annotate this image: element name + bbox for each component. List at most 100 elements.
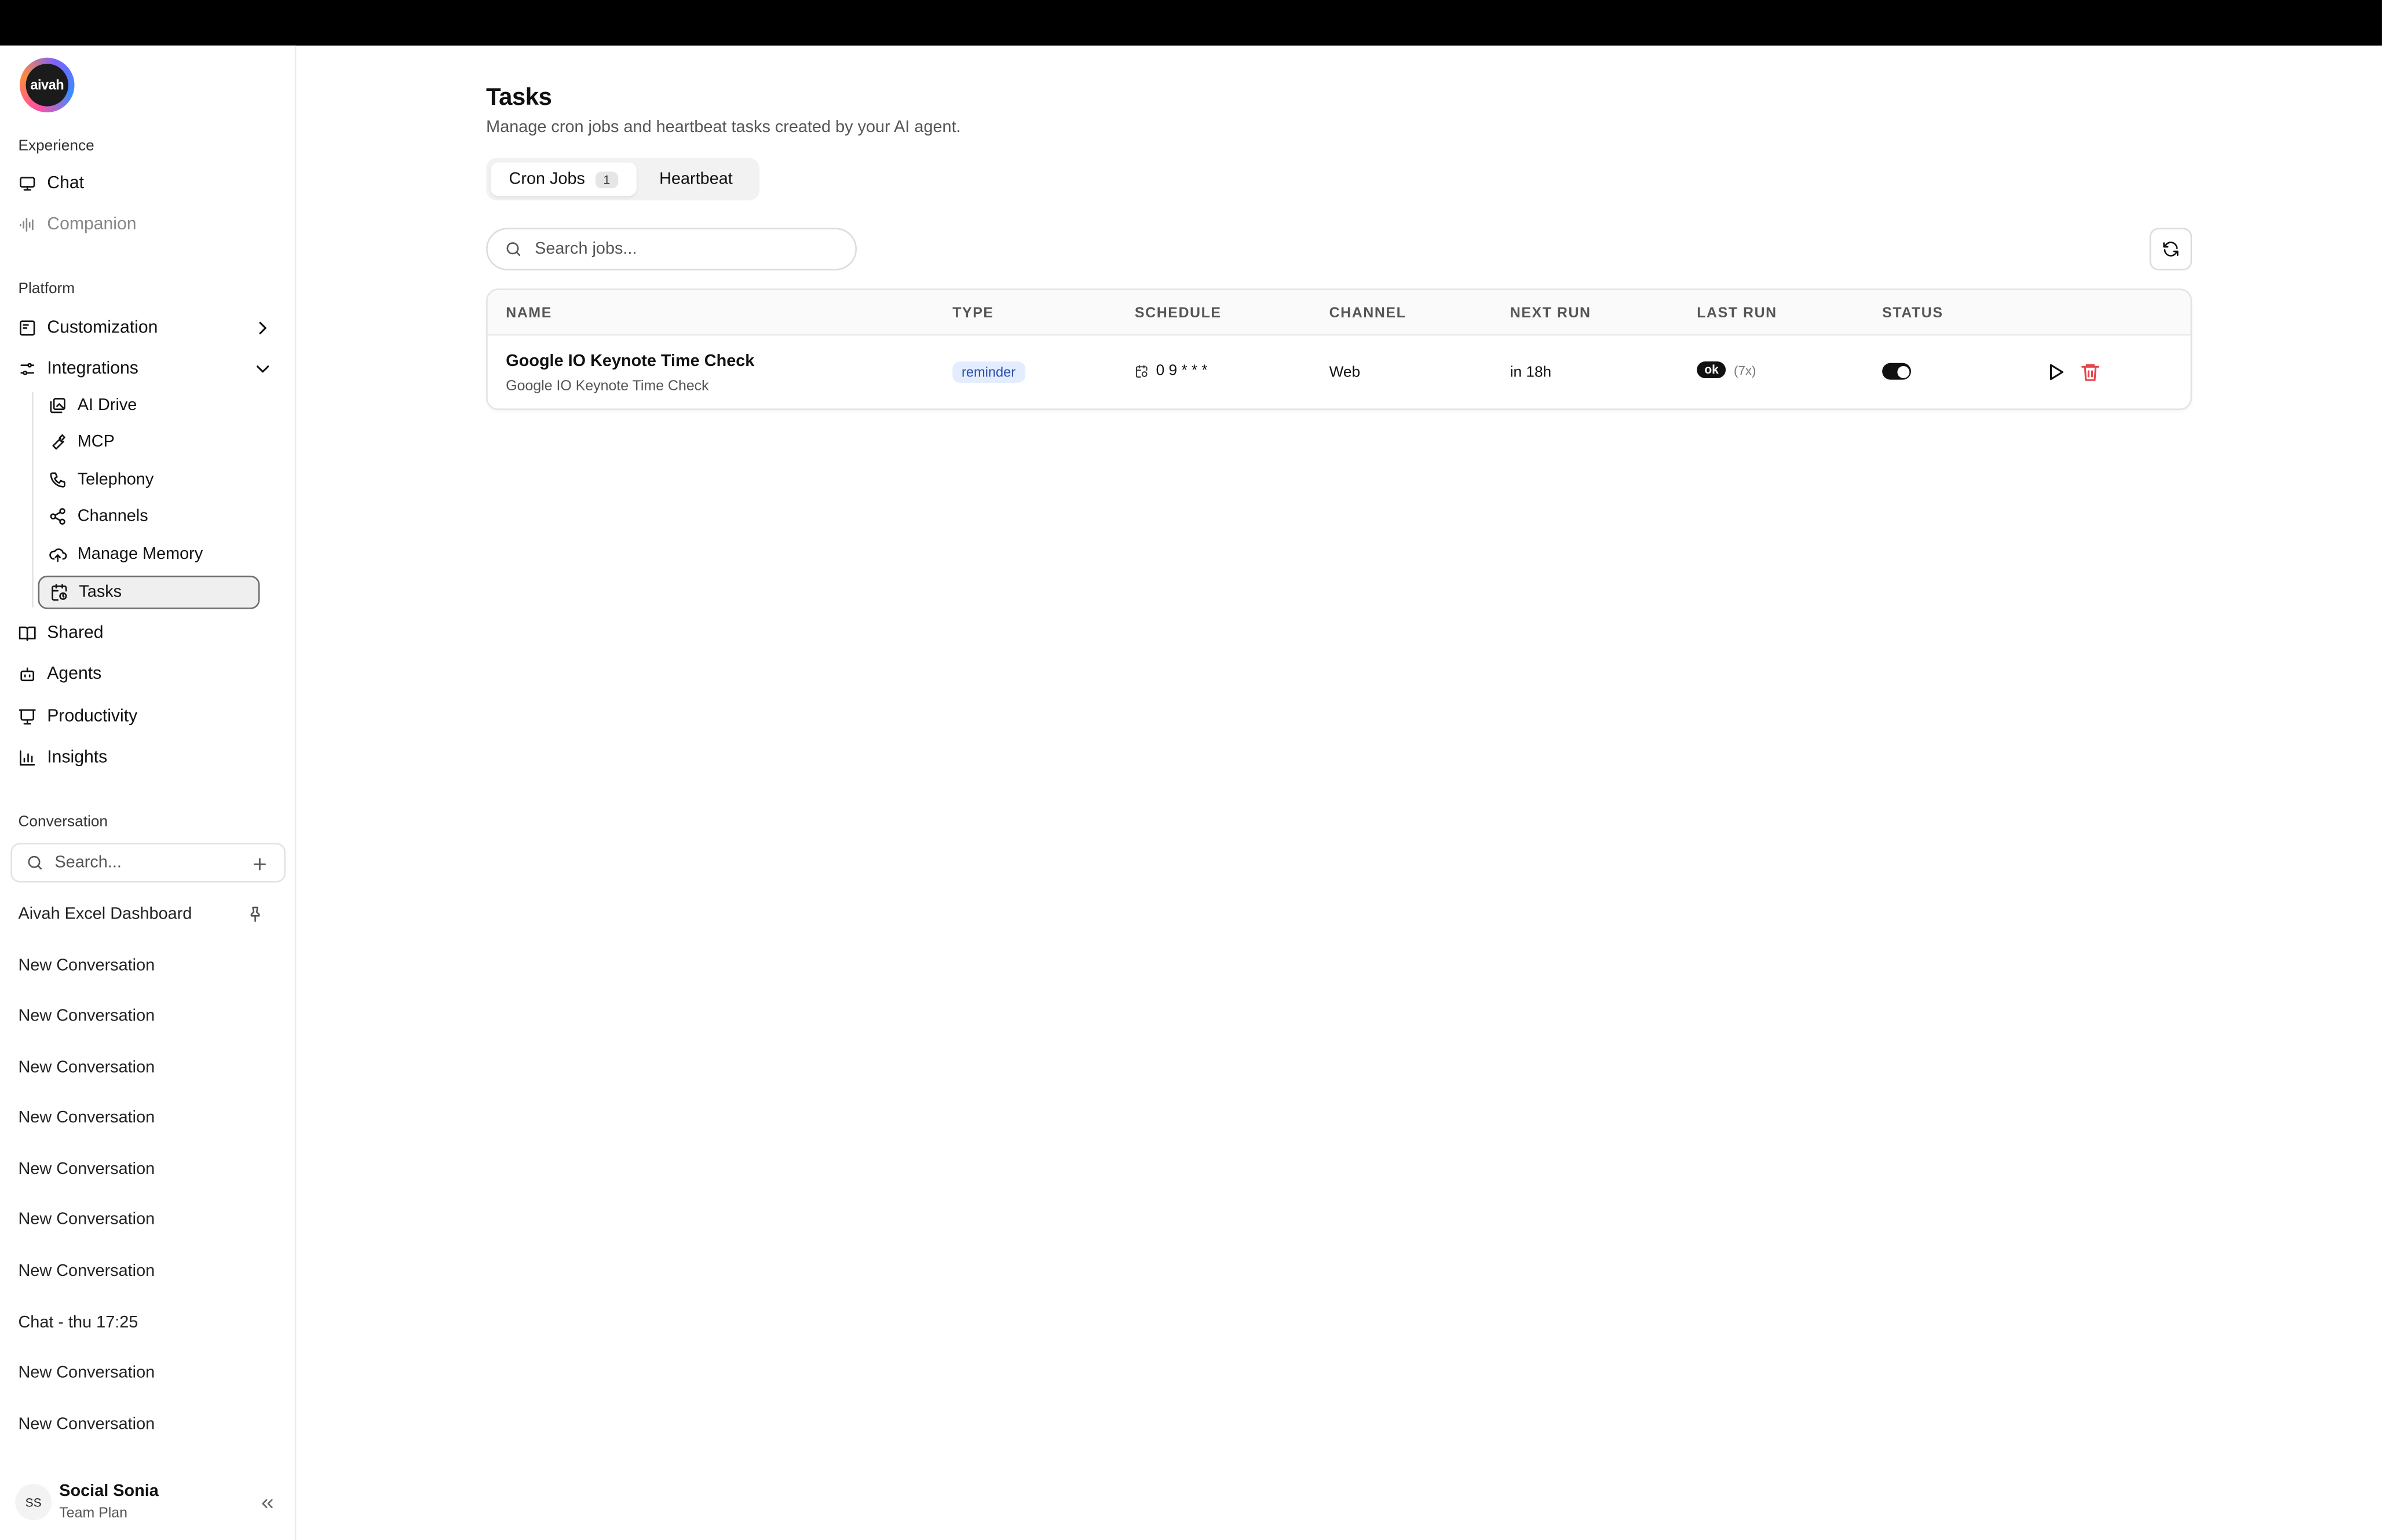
sidebar-subitem-label: Manage Memory xyxy=(77,545,203,564)
sidebar-subitem-mcp[interactable]: MCP xyxy=(38,425,260,459)
sidebar-subitem-ai-drive[interactable]: AI Drive xyxy=(38,389,260,422)
conversation-item[interactable]: New Conversation xyxy=(18,1205,276,1235)
table-header: NAME TYPE SCHEDULE CHANNEL NEXT RUN LAST… xyxy=(487,290,2191,336)
bar-chart-icon xyxy=(18,749,36,767)
new-conversation-plus-icon[interactable] xyxy=(251,854,269,872)
search-icon xyxy=(505,240,523,258)
sidebar-item-label: Companion xyxy=(47,215,137,234)
app-logo[interactable]: aivah xyxy=(20,57,75,113)
share-icon xyxy=(49,507,67,525)
status-toggle[interactable] xyxy=(1882,363,1911,380)
sidebar-item-label: Productivity xyxy=(47,708,138,726)
header-status: STATUS xyxy=(1882,305,1943,322)
bot-icon xyxy=(18,665,36,683)
play-icon xyxy=(2049,364,2063,381)
sidebar-item-customization[interactable]: Customization xyxy=(9,310,283,346)
tab-label: Heartbeat xyxy=(659,170,733,189)
task-tabs: Cron Jobs 1 Heartbeat xyxy=(486,158,760,201)
chevron-right-icon xyxy=(252,317,273,339)
sidebar-item-productivity[interactable]: Productivity xyxy=(9,698,283,735)
sidebar-subitem-label: Tasks xyxy=(79,583,122,602)
header-name: NAME xyxy=(506,305,552,322)
conversation-search[interactable] xyxy=(10,843,286,883)
tab-count-badge: 1 xyxy=(596,171,618,188)
tab-cron-jobs[interactable]: Cron Jobs 1 xyxy=(491,162,636,196)
logo-text: aivah xyxy=(25,64,69,107)
pin-icon[interactable] xyxy=(246,903,264,922)
job-name: Google IO Keynote Time Check xyxy=(506,352,755,371)
conversation-item[interactable]: New Conversation xyxy=(18,1154,276,1184)
conversation-item[interactable]: New Conversation xyxy=(18,1256,276,1286)
sliders-icon xyxy=(18,360,36,378)
job-next-run: in 18h xyxy=(1510,364,1552,382)
sidebar-subitem-label: AI Drive xyxy=(77,396,137,415)
refresh-icon xyxy=(2162,240,2180,258)
calendar-clock-icon xyxy=(50,583,68,601)
page-subtitle: Manage cron jobs and heartbeat tasks cre… xyxy=(486,118,961,137)
toggle-knob xyxy=(1897,365,1909,378)
wrench-icon xyxy=(49,433,67,451)
refresh-button[interactable] xyxy=(2149,228,2193,270)
images-icon xyxy=(49,396,67,414)
phone-icon xyxy=(49,471,67,489)
sidebar-item-label: Integrations xyxy=(47,360,138,378)
collapse-sidebar-icon[interactable] xyxy=(258,1493,276,1511)
avatar: SS xyxy=(15,1484,52,1521)
conversation-item[interactable]: New Conversation xyxy=(18,1001,276,1031)
sidebar-subitem-telephony[interactable]: Telephony xyxy=(38,463,260,497)
conversation-item[interactable]: New Conversation xyxy=(18,1103,276,1133)
conversation-search-input[interactable] xyxy=(54,853,238,872)
conversation-item[interactable]: Aivah Excel Dashboard xyxy=(18,899,276,929)
sidebar-subitem-label: Channels xyxy=(77,507,148,526)
presentation-icon xyxy=(18,708,36,726)
sidebar-subitem-channels[interactable]: Channels xyxy=(38,500,260,533)
job-description: Google IO Keynote Time Check xyxy=(506,378,709,395)
sidebar-item-label: Shared xyxy=(47,624,104,643)
job-last-run: ok (7x) xyxy=(1697,361,1756,378)
sidebar-item-insights[interactable]: Insights xyxy=(9,740,283,776)
conversation-item[interactable]: New Conversation xyxy=(18,951,276,981)
run-now-button[interactable] xyxy=(2045,361,2066,383)
section-label-conversation: Conversation xyxy=(18,814,108,831)
job-schedule: 0 9 * * * xyxy=(1135,363,1208,380)
sidebar-item-agents[interactable]: Agents xyxy=(9,656,283,693)
header-schedule: SCHEDULE xyxy=(1134,305,1222,322)
header-channel: CHANNEL xyxy=(1329,305,1406,322)
header-last-run: LAST RUN xyxy=(1697,305,1777,322)
page-title: Tasks xyxy=(486,85,552,111)
main-content: Tasks Manage cron jobs and heartbeat tas… xyxy=(296,46,2382,1540)
job-channel: Web xyxy=(1329,364,1361,382)
sidebar-item-companion[interactable]: Companion xyxy=(9,207,283,243)
delete-job-button[interactable] xyxy=(2080,361,2101,383)
last-run-count: (7x) xyxy=(1734,362,1756,378)
header-next-run: NEXT RUN xyxy=(1510,305,1591,322)
table-row[interactable]: Google IO Keynote Time Check Google IO K… xyxy=(488,337,2191,408)
header-type: TYPE xyxy=(952,305,994,322)
book-icon xyxy=(18,624,36,642)
conversation-item[interactable]: Chat - thu 17:25 xyxy=(18,1308,276,1338)
sidebar-subitem-manage-memory[interactable]: Manage Memory xyxy=(38,537,260,571)
chevron-down-icon xyxy=(252,359,273,380)
conversation-item[interactable]: New Conversation xyxy=(18,1410,276,1440)
section-label-experience: Experience xyxy=(18,138,94,155)
sidebar-item-chat[interactable]: Chat xyxy=(9,166,283,202)
tab-label: Cron Jobs xyxy=(509,170,585,189)
sidebar-item-shared[interactable]: Shared xyxy=(9,615,283,652)
section-label-platform: Platform xyxy=(18,281,75,298)
sidebar: aivah Experience Chat Companion Platform… xyxy=(0,45,297,1540)
sidebar-item-integrations[interactable]: Integrations xyxy=(9,351,283,387)
app-frame: aivah Experience Chat Companion Platform… xyxy=(0,0,2382,1540)
conversation-item[interactable]: New Conversation xyxy=(18,1052,276,1082)
sidebar-item-label: Agents xyxy=(47,665,102,684)
job-search-input[interactable] xyxy=(535,240,824,258)
search-icon xyxy=(26,854,44,872)
tab-heartbeat[interactable]: Heartbeat xyxy=(641,163,751,196)
sidebar-subitem-tasks[interactable]: Tasks xyxy=(38,575,260,609)
sidebar-item-label: Insights xyxy=(47,748,108,767)
sidebar-item-label: Customization xyxy=(47,319,158,338)
job-search[interactable] xyxy=(486,228,857,270)
user-profile[interactable]: SS Social Sonia Team Plan xyxy=(15,1473,286,1528)
conversation-item[interactable]: New Conversation xyxy=(18,1358,276,1388)
top-bar xyxy=(0,0,2382,46)
last-run-status-badge: ok xyxy=(1697,361,1726,378)
